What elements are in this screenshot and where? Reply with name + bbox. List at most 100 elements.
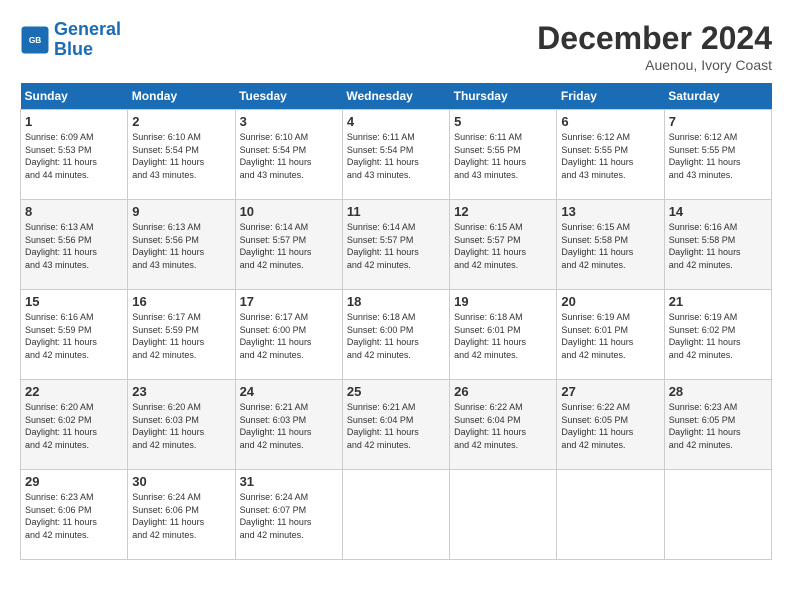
day-number: 17: [240, 294, 338, 309]
day-info: Sunrise: 6:19 AM Sunset: 6:02 PM Dayligh…: [669, 311, 767, 361]
day-info: Sunrise: 6:21 AM Sunset: 6:04 PM Dayligh…: [347, 401, 445, 451]
day-number: 25: [347, 384, 445, 399]
title-area: December 2024 Auenou, Ivory Coast: [537, 20, 772, 73]
day-number: 20: [561, 294, 659, 309]
day-info: Sunrise: 6:11 AM Sunset: 5:54 PM Dayligh…: [347, 131, 445, 181]
day-info: Sunrise: 6:19 AM Sunset: 6:01 PM Dayligh…: [561, 311, 659, 361]
calendar-cell: 17 Sunrise: 6:17 AM Sunset: 6:00 PM Dayli…: [235, 290, 342, 380]
day-info: Sunrise: 6:13 AM Sunset: 5:56 PM Dayligh…: [25, 221, 123, 271]
calendar-cell: 8 Sunrise: 6:13 AM Sunset: 5:56 PM Daylig…: [21, 200, 128, 290]
calendar-cell: 31 Sunrise: 6:24 AM Sunset: 6:07 PM Dayli…: [235, 470, 342, 560]
day-number: 7: [669, 114, 767, 129]
header-wednesday: Wednesday: [342, 83, 449, 110]
day-number: 11: [347, 204, 445, 219]
header-monday: Monday: [128, 83, 235, 110]
day-number: 2: [132, 114, 230, 129]
month-title: December 2024: [537, 20, 772, 57]
calendar-cell: [664, 470, 771, 560]
day-number: 4: [347, 114, 445, 129]
calendar-cell: 22 Sunrise: 6:20 AM Sunset: 6:02 PM Dayli…: [21, 380, 128, 470]
day-info: Sunrise: 6:23 AM Sunset: 6:06 PM Dayligh…: [25, 491, 123, 541]
header-friday: Friday: [557, 83, 664, 110]
calendar-cell: 12 Sunrise: 6:15 AM Sunset: 5:57 PM Dayli…: [450, 200, 557, 290]
page-header: GB General Blue December 2024 Auenou, Iv…: [20, 20, 772, 73]
day-number: 16: [132, 294, 230, 309]
day-number: 23: [132, 384, 230, 399]
day-info: Sunrise: 6:23 AM Sunset: 6:05 PM Dayligh…: [669, 401, 767, 451]
day-number: 15: [25, 294, 123, 309]
calendar-week-row: 22 Sunrise: 6:20 AM Sunset: 6:02 PM Dayli…: [21, 380, 772, 470]
calendar-cell: 24Sunrise: 6:21 AM Sunset: 6:03 PM Dayli…: [235, 380, 342, 470]
calendar-cell: 21 Sunrise: 6:19 AM Sunset: 6:02 PM Dayli…: [664, 290, 771, 380]
day-number: 19: [454, 294, 552, 309]
day-number: 26: [454, 384, 552, 399]
day-info: Sunrise: 6:17 AM Sunset: 6:00 PM Dayligh…: [240, 311, 338, 361]
svg-text:GB: GB: [29, 36, 41, 45]
day-info: Sunrise: 6:16 AM Sunset: 5:59 PM Dayligh…: [25, 311, 123, 361]
day-number: 28: [669, 384, 767, 399]
day-info: Sunrise: 6:20 AM Sunset: 6:02 PM Dayligh…: [25, 401, 123, 451]
day-info: Sunrise: 6:22 AM Sunset: 6:05 PM Dayligh…: [561, 401, 659, 451]
day-number: 22: [25, 384, 123, 399]
calendar-cell: 4 Sunrise: 6:11 AM Sunset: 5:54 PM Daylig…: [342, 110, 449, 200]
calendar-table: Sunday Monday Tuesday Wednesday Thursday…: [20, 83, 772, 560]
day-info: Sunrise: 6:22 AM Sunset: 6:04 PM Dayligh…: [454, 401, 552, 451]
day-number: 29: [25, 474, 123, 489]
calendar-cell: 16 Sunrise: 6:17 AM Sunset: 5:59 PM Dayli…: [128, 290, 235, 380]
day-number: 14: [669, 204, 767, 219]
calendar-cell: 11 Sunrise: 6:14 AM Sunset: 5:57 PM Dayli…: [342, 200, 449, 290]
day-info: Sunrise: 6:09 AM Sunset: 5:53 PM Dayligh…: [25, 131, 123, 181]
calendar-cell: 18Sunrise: 6:18 AM Sunset: 6:00 PM Dayli…: [342, 290, 449, 380]
calendar-week-row: 8 Sunrise: 6:13 AM Sunset: 5:56 PM Daylig…: [21, 200, 772, 290]
day-info: Sunrise: 6:20 AM Sunset: 6:03 PM Dayligh…: [132, 401, 230, 451]
day-number: 31: [240, 474, 338, 489]
day-number: 10: [240, 204, 338, 219]
logo: GB General Blue: [20, 20, 121, 60]
day-number: 9: [132, 204, 230, 219]
calendar-cell: 13Sunrise: 6:15 AM Sunset: 5:58 PM Dayli…: [557, 200, 664, 290]
calendar-cell: 3Sunrise: 6:10 AM Sunset: 5:54 PM Daylig…: [235, 110, 342, 200]
calendar-cell: 10 Sunrise: 6:14 AM Sunset: 5:57 PM Dayli…: [235, 200, 342, 290]
calendar-cell: 9Sunrise: 6:13 AM Sunset: 5:56 PM Daylig…: [128, 200, 235, 290]
day-info: Sunrise: 6:15 AM Sunset: 5:58 PM Dayligh…: [561, 221, 659, 271]
calendar-cell: 14 Sunrise: 6:16 AM Sunset: 5:58 PM Dayli…: [664, 200, 771, 290]
calendar-cell: 25 Sunrise: 6:21 AM Sunset: 6:04 PM Dayli…: [342, 380, 449, 470]
day-number: 21: [669, 294, 767, 309]
day-info: Sunrise: 6:15 AM Sunset: 5:57 PM Dayligh…: [454, 221, 552, 271]
day-number: 3: [240, 114, 338, 129]
calendar-week-row: 15 Sunrise: 6:16 AM Sunset: 5:59 PM Dayli…: [21, 290, 772, 380]
calendar-cell: 6 Sunrise: 6:12 AM Sunset: 5:55 PM Daylig…: [557, 110, 664, 200]
header-saturday: Saturday: [664, 83, 771, 110]
calendar-cell: 2 Sunrise: 6:10 AM Sunset: 5:54 PM Daylig…: [128, 110, 235, 200]
day-info: Sunrise: 6:24 AM Sunset: 6:07 PM Dayligh…: [240, 491, 338, 541]
logo-icon: GB: [20, 25, 50, 55]
calendar-cell: 1 Sunrise: 6:09 AM Sunset: 5:53 PM Daylig…: [21, 110, 128, 200]
day-info: Sunrise: 6:14 AM Sunset: 5:57 PM Dayligh…: [347, 221, 445, 271]
calendar-cell: [342, 470, 449, 560]
calendar-cell: 26 Sunrise: 6:22 AM Sunset: 6:04 PM Dayli…: [450, 380, 557, 470]
day-info: Sunrise: 6:17 AM Sunset: 5:59 PM Dayligh…: [132, 311, 230, 361]
calendar-cell: 28 Sunrise: 6:23 AM Sunset: 6:05 PM Dayli…: [664, 380, 771, 470]
day-info: Sunrise: 6:24 AM Sunset: 6:06 PM Dayligh…: [132, 491, 230, 541]
day-info: Sunrise: 6:16 AM Sunset: 5:58 PM Dayligh…: [669, 221, 767, 271]
day-info: Sunrise: 6:10 AM Sunset: 5:54 PM Dayligh…: [132, 131, 230, 181]
day-number: 12: [454, 204, 552, 219]
calendar-week-row: 1 Sunrise: 6:09 AM Sunset: 5:53 PM Daylig…: [21, 110, 772, 200]
calendar-cell: 19Sunrise: 6:18 AM Sunset: 6:01 PM Dayli…: [450, 290, 557, 380]
calendar-cell: 30 Sunrise: 6:24 AM Sunset: 6:06 PM Dayli…: [128, 470, 235, 560]
day-number: 24: [240, 384, 338, 399]
day-info: Sunrise: 6:14 AM Sunset: 5:57 PM Dayligh…: [240, 221, 338, 271]
calendar-cell: 15 Sunrise: 6:16 AM Sunset: 5:59 PM Dayli…: [21, 290, 128, 380]
calendar-week-row: 29 Sunrise: 6:23 AM Sunset: 6:06 PM Dayli…: [21, 470, 772, 560]
calendar-cell: 29 Sunrise: 6:23 AM Sunset: 6:06 PM Dayli…: [21, 470, 128, 560]
calendar-cell: 27Sunrise: 6:22 AM Sunset: 6:05 PM Dayli…: [557, 380, 664, 470]
header-sunday: Sunday: [21, 83, 128, 110]
day-number: 6: [561, 114, 659, 129]
day-info: Sunrise: 6:12 AM Sunset: 5:55 PM Dayligh…: [561, 131, 659, 181]
header-thursday: Thursday: [450, 83, 557, 110]
day-number: 8: [25, 204, 123, 219]
day-number: 30: [132, 474, 230, 489]
day-number: 1: [25, 114, 123, 129]
day-number: 18: [347, 294, 445, 309]
day-info: Sunrise: 6:12 AM Sunset: 5:55 PM Dayligh…: [669, 131, 767, 181]
